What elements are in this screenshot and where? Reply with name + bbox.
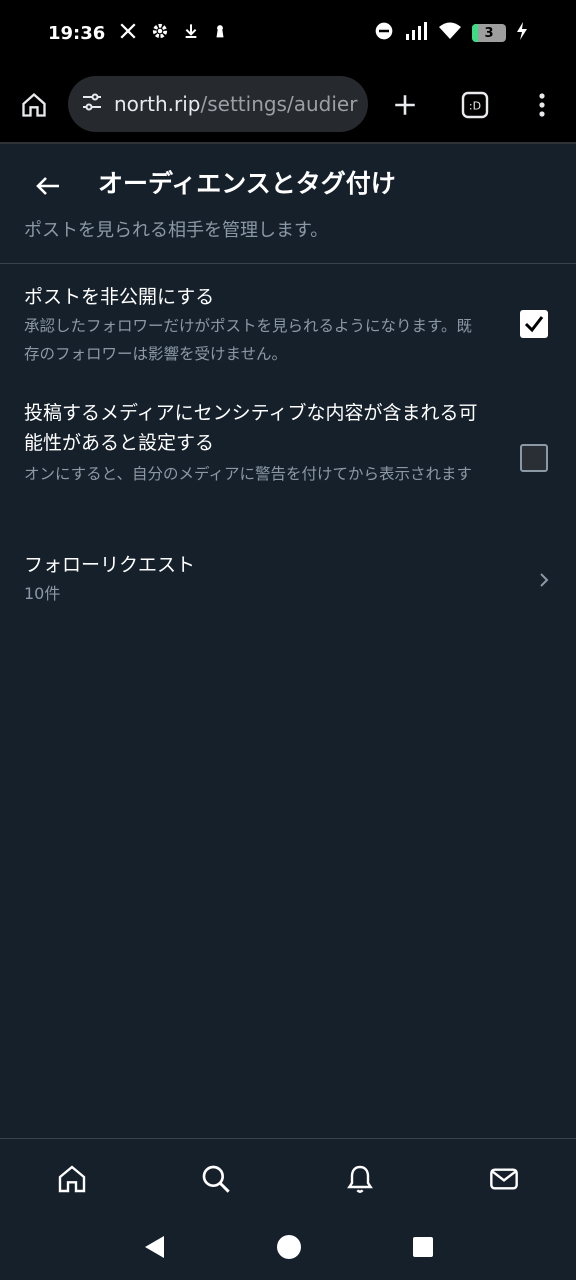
wifi-icon (438, 21, 462, 46)
nav-mail-icon[interactable] (480, 1155, 528, 1203)
follow-requests-count: 10件 (24, 584, 61, 603)
svg-text::D: :D (469, 100, 481, 113)
sensitive-media-checkbox[interactable] (520, 444, 548, 472)
home-icon[interactable] (16, 87, 52, 123)
back-button[interactable] (28, 168, 68, 208)
download-icon (183, 22, 199, 45)
system-navigation (0, 1218, 576, 1280)
dnd-icon (374, 21, 394, 46)
url-text: north.rip/settings/audier (114, 92, 357, 116)
url-bar[interactable]: north.rip/settings/audier (68, 76, 368, 132)
x-logo-icon (119, 22, 137, 45)
keyhole-icon (213, 22, 227, 45)
system-home-icon[interactable] (276, 1234, 302, 1264)
page-title: オーディエンスとタグ付け (98, 169, 396, 198)
bottom-nav (0, 1138, 576, 1218)
battery-icon: 3 (472, 24, 506, 42)
charging-icon (516, 21, 528, 45)
back-arrow-icon (35, 176, 61, 200)
gear-icon (151, 22, 169, 45)
follow-requests-label: フォローリクエスト (24, 554, 196, 576)
status-time: 19:36 (48, 22, 106, 44)
protect-posts-checkbox[interactable] (520, 310, 548, 338)
url-path: /settings/audier (200, 92, 358, 116)
tab-switcher-icon[interactable]: :D (457, 87, 493, 123)
checkmark-icon (524, 316, 544, 333)
system-back-icon[interactable] (142, 1234, 166, 1264)
system-recents-icon[interactable] (412, 1236, 434, 1262)
new-tab-icon[interactable] (387, 87, 423, 123)
page-subtitle: ポストを見られる相手を管理します。 (24, 220, 329, 241)
signal-icon (404, 21, 428, 45)
more-menu-icon[interactable] (524, 87, 560, 123)
battery-level: 3 (484, 25, 494, 41)
setting-label: 投稿するメディアにセンシティブな内容が含まれる可能性があると設定する (24, 402, 478, 454)
nav-home-icon[interactable] (48, 1155, 96, 1203)
page-header: オーディエンスとタグ付け ポストを見られる相手を管理します。 (0, 146, 576, 264)
setting-label: ポストを非公開にする (24, 286, 215, 308)
nav-search-icon[interactable] (192, 1155, 240, 1203)
setting-description: オンにすると、自分のメディアに警告を付けてから表示されます (24, 465, 472, 483)
setting-sensitive-media[interactable]: 投稿するメディアにセンシティブな内容が含まれる可能性があると設定する オンにする… (0, 398, 576, 488)
site-settings-icon[interactable] (80, 90, 104, 118)
follow-requests-row[interactable]: フォローリクエスト 10件 (0, 550, 576, 608)
setting-description: 承認したフォロワーだけがポストを見られるようになります。既存のフォロワーは影響を… (24, 317, 472, 363)
url-host: north.rip (114, 92, 201, 116)
status-bar: 19:36 3 (0, 0, 576, 66)
nav-bell-icon[interactable] (336, 1155, 384, 1203)
setting-protect-posts[interactable]: ポストを非公開にする 承認したフォロワーだけがポストを見られるようになります。既… (0, 282, 576, 368)
chevron-right-icon (538, 572, 552, 587)
browser-toolbar: north.rip/settings/audier :D (0, 66, 576, 144)
